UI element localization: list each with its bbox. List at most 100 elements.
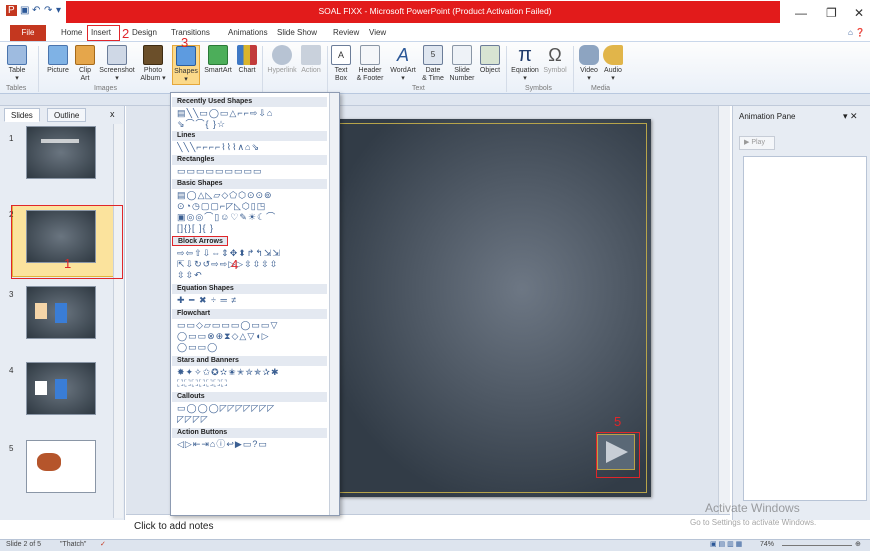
- tab-design[interactable]: Design: [132, 28, 157, 37]
- category-callouts: Callouts: [172, 392, 327, 402]
- thumbnail-image: [55, 379, 67, 399]
- slide-thumbnail-5[interactable]: [26, 440, 96, 493]
- category-block-arrows: Block Arrows: [172, 236, 228, 246]
- ribbon-separator: [327, 46, 328, 92]
- tab-review[interactable]: Review: [333, 28, 359, 37]
- chart-icon: [237, 45, 257, 65]
- category-rectangles: Rectangles: [172, 155, 327, 165]
- view-buttons[interactable]: ▣ ▤ ▥ ▦: [710, 540, 742, 548]
- annotation-number: 1: [64, 256, 72, 271]
- pane-options-icon[interactable]: ▾ ✕: [843, 111, 858, 122]
- date-time-button[interactable]: 5 Date & Time: [420, 45, 446, 83]
- shape-row[interactable]: ◸◸◸◸: [177, 414, 327, 425]
- animation-list[interactable]: [743, 156, 867, 501]
- shape-row[interactable]: ▤╲╲▭◯▭△⌐⌐⇨⇩⌂: [177, 108, 327, 119]
- minimize-icon[interactable]: —: [795, 6, 807, 20]
- zoom-level[interactable]: 74%: [760, 541, 774, 548]
- group-label-media: Media: [591, 85, 611, 92]
- slide-scrollbar[interactable]: [718, 106, 730, 514]
- qat-customize-icon[interactable]: ▾: [56, 5, 61, 16]
- shape-row[interactable]: ◯▭▭⊗⊕⧗◇△▽◖▷: [177, 331, 327, 342]
- theme-name: "Thatch": [60, 541, 87, 548]
- slides-scrollbar[interactable]: [113, 124, 123, 518]
- action-button[interactable]: Action: [300, 45, 322, 75]
- screenshot-button[interactable]: Screenshot ▾: [99, 45, 135, 83]
- ribbon-separator: [38, 46, 39, 92]
- picture-button[interactable]: Picture: [46, 45, 70, 75]
- slide-thumbnail-3[interactable]: [26, 286, 96, 339]
- annotation-number: 2: [122, 26, 130, 41]
- slide-number: 1: [9, 134, 14, 143]
- activate-windows-subtitle: Go to Settings to activate Windows.: [690, 518, 817, 527]
- wordart-icon: A: [396, 45, 409, 65]
- shape-row[interactable]: ╲╲╲⌐⌐⌐⌐⌇⌇⌇∧⌂⇘: [177, 142, 327, 153]
- slide-number-button[interactable]: Slide Number: [448, 45, 476, 83]
- video-button[interactable]: Video ▾: [578, 45, 600, 83]
- tab-outline[interactable]: Outline: [47, 108, 87, 122]
- slide-thumbnail-1[interactable]: [26, 126, 96, 179]
- shape-row[interactable]: ◁▷⇤⇥⌂ⓘ↩▶▭?▭: [177, 439, 327, 450]
- redo-icon[interactable]: ↷: [44, 5, 52, 16]
- ribbon-separator: [506, 46, 507, 92]
- ribbon-footer-strip: [0, 94, 870, 106]
- action-icon: [301, 45, 321, 65]
- audio-button[interactable]: Audio ▾: [602, 45, 624, 83]
- shape-row[interactable]: ◯▭▭◯: [177, 342, 327, 353]
- object-button[interactable]: Object: [478, 45, 502, 75]
- text-box-button[interactable]: A Text Box: [330, 45, 352, 83]
- clip-art-button[interactable]: Clip Art: [74, 45, 96, 83]
- wordart-button[interactable]: A WordArt ▾: [388, 45, 418, 83]
- header-footer-button[interactable]: Header & Footer: [355, 45, 385, 83]
- tab-home[interactable]: Home: [61, 28, 82, 37]
- tab-file[interactable]: File: [10, 25, 46, 41]
- shape-row[interactable]: ⇱⇩↻↺⇨⇨▷▷⇳⇳⇳⇳: [177, 259, 327, 270]
- thumbnail-image: [37, 453, 61, 471]
- symbol-button[interactable]: Ω Symbol: [541, 45, 569, 75]
- tab-animations[interactable]: Animations: [228, 28, 268, 37]
- hyperlink-button[interactable]: Hyperlink: [265, 45, 299, 75]
- shape-row[interactable]: ⇳⇳↶: [177, 270, 327, 281]
- shape-row[interactable]: ▤◯△◺▱◇⬠⬡⊙⊙⊚: [177, 190, 327, 201]
- ribbon: Table ▾ Picture Clip Art Screenshot ▾ Ph…: [0, 42, 870, 94]
- photo-album-button[interactable]: Photo Album ▾: [138, 45, 168, 83]
- annotation-box-action-button: [596, 432, 640, 478]
- shape-row[interactable]: ⇘⌒⌒{ }☆: [177, 119, 327, 130]
- slides-pane: Slides Outline x 1 2 3 4 5: [0, 106, 125, 520]
- picture-icon: [48, 45, 68, 65]
- smartart-button[interactable]: SmartArt: [202, 45, 234, 75]
- shape-row[interactable]: ▭◯◯◯◸◸◸◸◸◸◸: [177, 403, 327, 414]
- spellcheck-icon[interactable]: ✓: [100, 540, 106, 548]
- save-icon[interactable]: ▣: [20, 5, 29, 16]
- shape-row[interactable]: ⊙◔◷▢▢⌐◸◺⬡▯◳: [177, 201, 327, 212]
- tab-slides[interactable]: Slides: [4, 108, 40, 122]
- help-icon[interactable]: ⌂ ❓: [848, 28, 865, 37]
- fit-slide-icon[interactable]: ⊕: [855, 540, 861, 548]
- shape-row[interactable]: []{}[ ]{ }: [177, 223, 327, 234]
- slide-number: 5: [9, 444, 14, 453]
- shape-row[interactable]: ✚ ━ ✖ ÷ ═ ≠: [177, 295, 327, 306]
- restore-icon[interactable]: ❐: [826, 6, 837, 20]
- shape-row[interactable]: ▭▭▭▭▭▭▭▭▭: [177, 166, 327, 177]
- shape-row[interactable]: ▭▭◇▱▭▭▭◯▭▭▽: [177, 320, 327, 331]
- shape-row[interactable]: ▣◎◎⌒▯☺♡✎☀☾⌒: [177, 212, 327, 223]
- undo-icon[interactable]: ↶: [32, 5, 40, 16]
- annotation-number: 5: [614, 414, 622, 429]
- slide-thumbnail-4[interactable]: [26, 362, 96, 415]
- tab-view[interactable]: View: [369, 28, 386, 37]
- zoom-slider[interactable]: [782, 545, 852, 546]
- close-pane-icon[interactable]: x: [110, 109, 115, 119]
- gallery-scrollbar[interactable]: [329, 93, 339, 515]
- close-icon[interactable]: ✕: [854, 6, 864, 20]
- chart-button[interactable]: Chart: [236, 45, 258, 75]
- shape-row[interactable]: ⇨⇦⇧⇩⇔⇕✥⬍↱↰⇲⇲: [177, 248, 327, 259]
- shape-row[interactable]: ✸✦✧✩✪✫✬✭✮✯✰✱: [177, 367, 327, 378]
- shape-row[interactable]: ⛶⛶⛶⛶⛶⛶⛶: [177, 378, 327, 389]
- tab-slide-show[interactable]: Slide Show: [277, 28, 317, 37]
- tab-transitions[interactable]: Transitions: [171, 28, 210, 37]
- shapes-gallery: Recently Used Shapes ▤╲╲▭◯▭△⌐⌐⇨⇩⌂ ⇘⌒⌒{ }…: [170, 92, 340, 516]
- play-button[interactable]: ▶ Play: [739, 136, 775, 150]
- shapes-button[interactable]: Shapes ▾: [172, 45, 200, 85]
- equation-button[interactable]: π Equation ▾: [509, 45, 541, 83]
- notes-pane[interactable]: Click to add notes: [126, 514, 730, 539]
- table-button[interactable]: Table ▾: [6, 45, 28, 83]
